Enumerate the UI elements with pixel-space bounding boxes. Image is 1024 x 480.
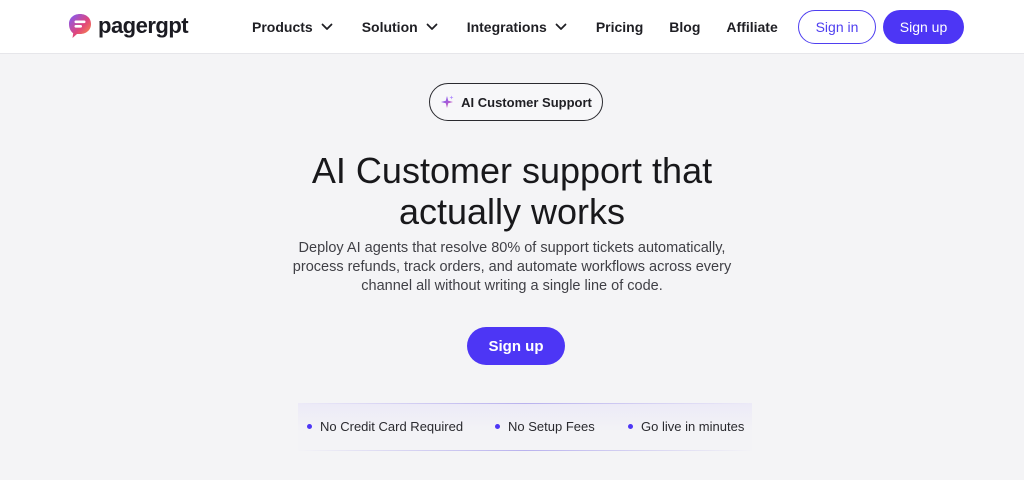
badge-label: AI Customer Support	[461, 94, 592, 110]
brand-logo[interactable]: pagergpt	[68, 12, 189, 40]
nav-item-label: Pricing	[595, 19, 644, 35]
dot-icon	[307, 424, 312, 429]
hero-title: AI Customer support that actually works	[212, 150, 812, 232]
hero-sign-up-button[interactable]: Sign up	[467, 327, 565, 365]
feature-label: No Setup Fees	[508, 419, 595, 434]
hero-title-line-2: actually works	[398, 191, 626, 232]
sign-in-button[interactable]: Sign in	[798, 10, 876, 44]
nav-item-blog[interactable]: Blog	[669, 19, 700, 35]
nav-item-label: Integrations	[466, 19, 547, 35]
nav-item-affiliate[interactable]: Affiliate	[726, 19, 777, 35]
features-strip: No Credit Card Required No Setup Fees Go…	[298, 403, 752, 451]
chevron-down-icon	[321, 23, 333, 30]
feature-item: No Credit Card Required	[307, 419, 463, 434]
chevron-down-icon	[555, 23, 567, 30]
dot-icon	[628, 424, 633, 429]
feature-item: No Setup Fees	[495, 419, 595, 434]
nav-item-pricing[interactable]: Pricing	[596, 19, 643, 35]
dot-icon	[495, 424, 500, 429]
header-sign-up-button[interactable]: Sign up	[883, 10, 964, 44]
feature-label: No Credit Card Required	[320, 419, 464, 434]
nav-item-integrations[interactable]: Integrations	[467, 19, 567, 35]
chevron-down-icon	[426, 23, 438, 30]
nav-item-label: Solution	[361, 19, 418, 35]
main-nav: Products Solution Integrations Pricing B…	[252, 0, 804, 54]
brand-name: pagergpt	[98, 13, 189, 38]
hero-title-line-1: AI Customer support that	[311, 150, 713, 191]
site-header: pagergpt Products Solution Integrations …	[0, 0, 1024, 54]
nav-item-label: Products	[252, 19, 313, 35]
feature-item: Go live in minutes	[628, 419, 744, 434]
feature-label: Go live in minutes	[641, 419, 745, 434]
chat-bubble-logo-icon	[69, 14, 91, 38]
nav-item-solution[interactable]: Solution	[362, 19, 438, 35]
nav-item-label: Blog	[669, 19, 701, 35]
nav-item-products[interactable]: Products	[252, 19, 333, 35]
nav-item-label: Affiliate	[726, 19, 778, 35]
product-badge: AI Customer Support	[429, 83, 603, 121]
sparkle-icon	[441, 95, 454, 108]
hero-subtitle: Deploy AI agents that resolve 80% of sup…	[292, 240, 732, 294]
